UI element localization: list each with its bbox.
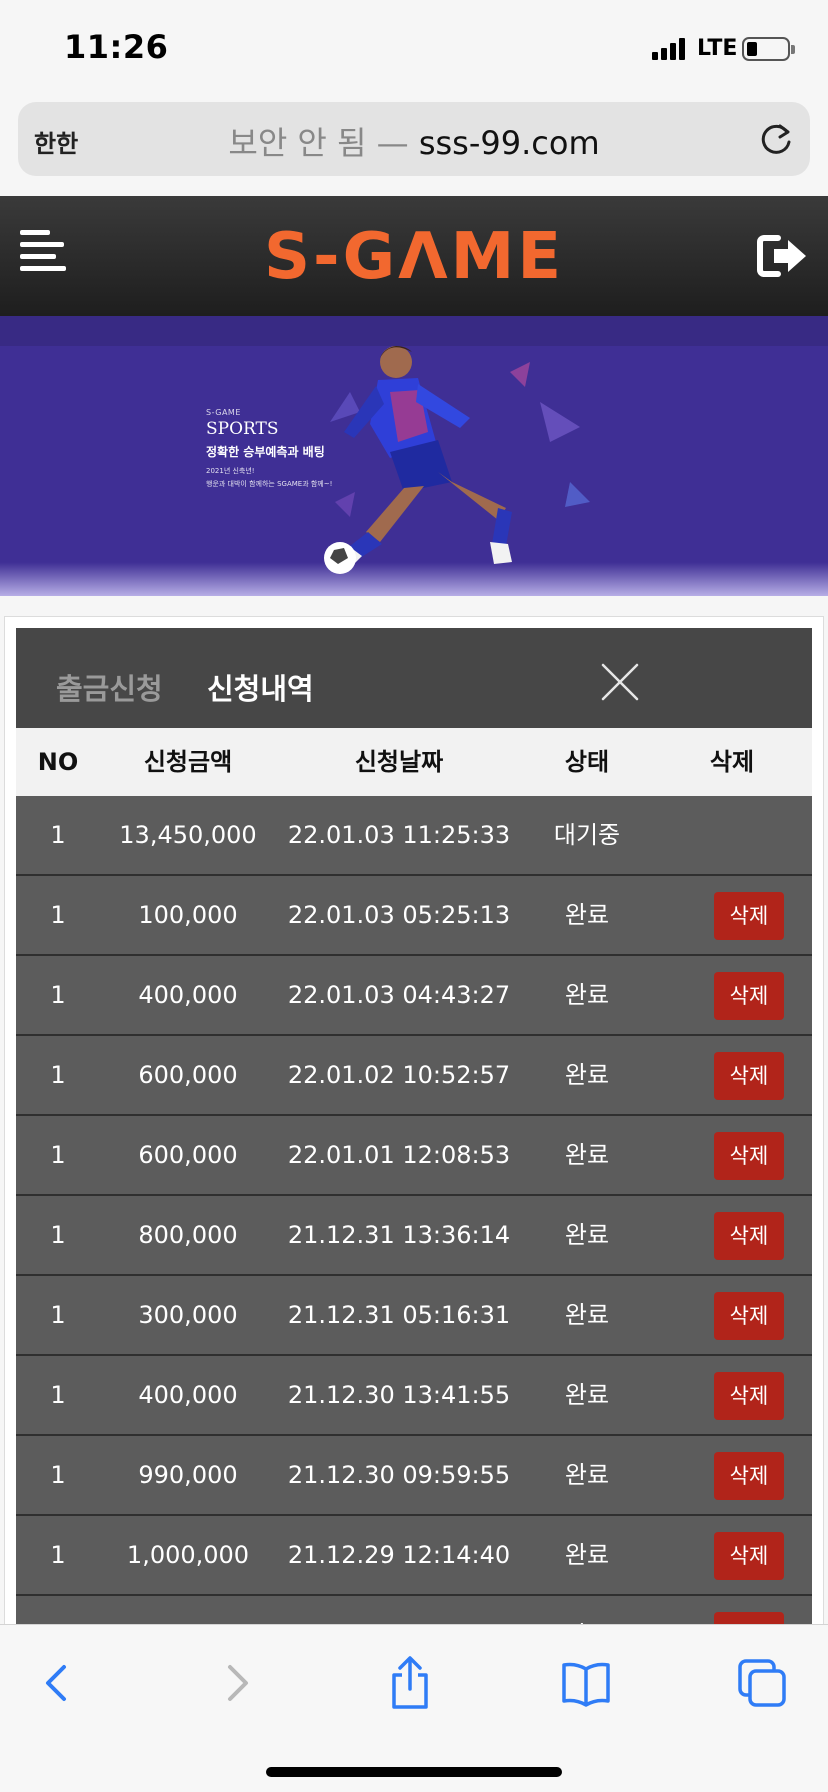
table-row: 1 13,450,000 22.01.03 11:25:33 대기중	[16, 796, 812, 876]
row-no: 1	[50, 1381, 66, 1409]
col-amount: 신청금액	[143, 748, 233, 776]
row-date: 21.12.30 09:59:55	[287, 1461, 511, 1489]
table-row: 1 400,000 22.01.03 04:43:27 완료 삭제	[16, 956, 812, 1036]
tab-withdraw-request[interactable]: 출금신청	[56, 666, 163, 708]
delete-button[interactable]: 삭제	[714, 1052, 784, 1100]
row-state: 대기중	[553, 821, 621, 849]
row-date: 21.12.29 12:14:40	[287, 1541, 511, 1569]
banner-text: S-GAME SPORTS 정확한 승부예측과 배팅 2021년 신축년! 행운…	[206, 408, 332, 489]
row-date: 22.01.01 12:08:53	[287, 1141, 511, 1169]
delete-button[interactable]: 삭제	[714, 1292, 784, 1340]
tabs-icon[interactable]	[734, 1655, 790, 1711]
row-state: 완료	[564, 981, 610, 1009]
delete-button[interactable]: 삭제	[714, 1372, 784, 1420]
banner-line-2: 행운과 대박이 함께하는 SGAME과 함께~!	[206, 480, 333, 488]
row-date: 21.12.31 05:16:31	[287, 1301, 511, 1329]
col-delete: 삭제	[709, 748, 755, 776]
delete-button[interactable]: 삭제	[714, 1132, 784, 1180]
row-state: 완료	[564, 1221, 610, 1249]
col-state: 상태	[564, 748, 610, 776]
row-no: 1	[50, 981, 66, 1009]
row-state: 완료	[564, 1541, 610, 1569]
row-amount: 100,000	[138, 901, 238, 929]
row-state: 완료	[564, 1061, 610, 1089]
soccer-player-illustration	[324, 346, 590, 574]
row-amount: 800,000	[138, 1221, 238, 1249]
site-header: S-GΛME	[0, 196, 828, 316]
close-icon[interactable]	[600, 662, 640, 702]
delete-button[interactable]: 삭제	[714, 1532, 784, 1580]
table-row: 1 990,000 21.12.30 09:59:55 완료 삭제	[16, 1436, 812, 1516]
row-no: 1	[50, 821, 66, 849]
col-date: 신청날짜	[354, 748, 444, 776]
battery-icon	[742, 37, 795, 61]
delete-button[interactable]: 삭제	[714, 1212, 784, 1260]
table-header: NO 신청금액 신청날짜 상태 삭제	[16, 728, 812, 796]
row-no: 1	[50, 1141, 66, 1169]
row-no: 1	[50, 1541, 66, 1569]
tab-request-history[interactable]: 신청내역	[207, 666, 314, 708]
row-amount: 13,450,000	[119, 821, 257, 849]
row-amount: 600,000	[138, 1141, 238, 1169]
row-amount: 1,000,000	[126, 1541, 250, 1569]
share-icon[interactable]	[382, 1655, 438, 1711]
forward-icon[interactable]	[208, 1655, 264, 1711]
banner-headline: 정확한 승부예측과 배팅	[206, 445, 325, 459]
address-bar[interactable]: 한한 보안 안 됨 — sss-99.com	[18, 102, 810, 176]
browser-toolbar	[0, 1624, 828, 1792]
insecure-label: 보안 안 됨 —	[228, 124, 409, 162]
row-state: 완료	[564, 1301, 610, 1329]
row-amount: 400,000	[138, 981, 238, 1009]
table-row: 1 1,000,000 21.12.29 12:14:40 완료 삭제	[16, 1516, 812, 1596]
row-date: 22.01.03 04:43:27	[287, 981, 511, 1009]
modal-header: 출금신청 신청내역	[16, 628, 812, 728]
row-no: 1	[50, 1301, 66, 1329]
row-amount: 300,000	[138, 1301, 238, 1329]
delete-button[interactable]: 삭제	[714, 1452, 784, 1500]
reload-icon[interactable]	[756, 120, 796, 160]
delete-button[interactable]: 삭제	[714, 972, 784, 1020]
row-date: 22.01.02 10:52:57	[287, 1061, 511, 1089]
table-row: 1 400,000 21.12.30 13:41:55 완료 삭제	[16, 1356, 812, 1436]
table-row: 1 800,000 21.12.31 13:36:14 완료 삭제	[16, 1196, 812, 1276]
row-date: 22.01.03 11:25:33	[287, 821, 511, 849]
sports-banner[interactable]: S-GAME SPORTS 정확한 승부예측과 배팅 2021년 신축년! 행운…	[0, 316, 828, 596]
col-no: NO	[37, 748, 79, 776]
row-no: 1	[50, 1221, 66, 1249]
row-no: 1	[50, 1061, 66, 1089]
banner-line-1: 2021년 신축년!	[206, 467, 255, 475]
bookmarks-icon[interactable]	[558, 1655, 614, 1711]
banner-sports: SPORTS	[206, 419, 279, 439]
url-display[interactable]: 보안 안 됨 — sss-99.com	[18, 118, 810, 164]
table-row: 1 600,000 22.01.02 10:52:57 완료 삭제	[16, 1036, 812, 1116]
table-row: 1 600,000 22.01.01 12:08:53 완료 삭제	[16, 1116, 812, 1196]
row-state: 완료	[564, 1381, 610, 1409]
row-date: 21.12.31 13:36:14	[287, 1221, 511, 1249]
status-bar: 11:26 LTE	[0, 0, 828, 100]
table-row: 1 300,000 21.12.31 05:16:31 완료 삭제	[16, 1276, 812, 1356]
site-logo[interactable]: S-GΛME	[0, 220, 828, 294]
row-no: 1	[50, 901, 66, 929]
row-state: 완료	[564, 1461, 610, 1489]
back-icon[interactable]	[30, 1655, 86, 1711]
row-date: 22.01.03 05:25:13	[287, 901, 511, 929]
banner-brand: S-GAME	[206, 408, 241, 417]
cellular-signal-icon	[652, 38, 688, 60]
table-row: 1 100,000 22.01.03 05:25:13 완료 삭제	[16, 876, 812, 956]
row-state: 완료	[564, 1141, 610, 1169]
row-amount: 600,000	[138, 1061, 238, 1089]
row-amount: 990,000	[138, 1461, 238, 1489]
withdraw-history-modal: 출금신청 신청내역 NO 신청금액 신청날짜 상태 삭제 1 13,450,000…	[16, 628, 812, 1628]
url-host: sss-99.com	[418, 124, 600, 162]
row-amount: 400,000	[138, 1381, 238, 1409]
row-state: 완료	[564, 901, 610, 929]
network-type: LTE	[697, 36, 738, 61]
row-no: 1	[50, 1461, 66, 1489]
row-date: 21.12.30 13:41:55	[287, 1381, 511, 1409]
delete-button[interactable]: 삭제	[714, 892, 784, 940]
logout-icon[interactable]	[756, 232, 810, 280]
home-indicator	[266, 1767, 562, 1777]
status-time: 11:26	[64, 28, 169, 66]
